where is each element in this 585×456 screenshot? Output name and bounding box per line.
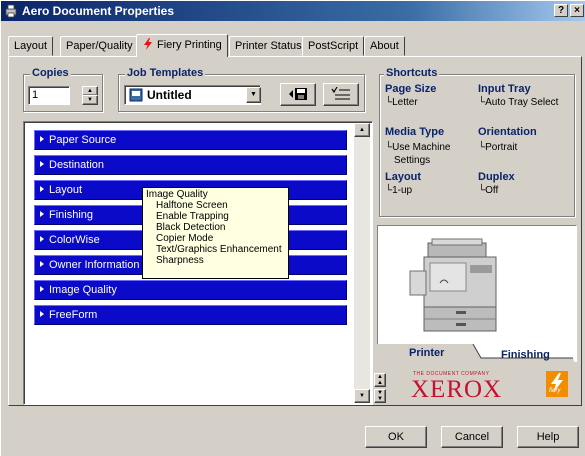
tab-about[interactable]: About [364,36,405,56]
ok-button[interactable]: OK [365,426,427,448]
tab-finishing-view[interactable]: Finishing [501,349,550,361]
title-bar[interactable]: Aero Document Properties ? × [1,1,585,21]
section-label: FreeForm [49,309,98,321]
input-tray-value[interactable]: └Auto Tray Select [478,97,558,108]
scroll-bottom-button[interactable]: ▼ ▼ [374,389,386,403]
manage-templates-button[interactable] [323,83,359,106]
section-image-quality[interactable]: Image Quality [34,280,347,300]
copies-label: Copies [30,67,71,79]
section-freeform[interactable]: FreeForm [34,305,347,325]
tooltip-item: Sharpness [156,255,204,266]
xerox-logo: XEROX [411,376,503,403]
media-type-title: Media Type [385,126,445,138]
tab-printer-view[interactable]: Printer [409,347,444,359]
section-label: ColorWise [49,234,100,246]
printer-view-panel [377,225,577,362]
tab-printer-status[interactable]: Printer Status [229,36,308,56]
scroll-up-button[interactable]: ▲ [354,123,370,137]
tab-postscript[interactable]: PostScript [302,36,365,56]
scroll-top-button[interactable]: ▲ ▲ [374,373,386,387]
section-destination[interactable]: Destination [34,155,347,175]
tab-fiery-printing[interactable]: Fiery Printing [136,34,228,57]
help-button[interactable]: Help [517,426,579,448]
sections-scrollbar[interactable]: ▲ ▼ [354,123,370,403]
tab-paper-quality[interactable]: Paper/Quality [60,36,139,56]
save-template-icon [289,88,307,100]
tooltip-item: Halftone Screen [156,200,228,211]
template-selected-value: Untitled [147,88,192,102]
fiery-bolt-icon [144,38,152,50]
orientation-value[interactable]: └Portrait [478,142,517,153]
page-size-value[interactable]: └Letter [385,97,418,108]
fiery-logo: fiery [546,371,568,397]
duplex-value[interactable]: └Off [478,185,498,196]
layout-value[interactable]: └1-up [385,185,412,196]
printer-icon [5,4,17,18]
expand-arrow-icon [40,286,44,292]
fiery-logo-text: fiery [549,388,561,394]
job-templates-label: Job Templates [125,67,206,79]
template-list-icon [331,86,350,100]
expand-arrow-icon [40,161,44,167]
expand-arrow-icon [40,311,44,317]
tooltip-item: Enable Trapping [156,211,229,222]
section-label: Owner Information [49,259,140,271]
media-type-value[interactable]: └Use Machine [385,142,450,153]
printer-machine-image [409,238,497,332]
save-template-button[interactable] [280,83,316,106]
section-label: Finishing [49,209,94,221]
template-dropdown-button[interactable]: ▼ [246,87,261,103]
copies-down-button[interactable]: ▼ [82,95,98,105]
section-label: Image Quality [49,284,117,296]
layout-title: Layout [385,171,422,183]
page-size-title: Page Size [385,83,437,95]
section-paper-source[interactable]: Paper Source [34,130,347,150]
tab-layout[interactable]: Layout [8,36,54,56]
tooltip-item: Text/Graphics Enhancement [156,244,282,255]
tooltip-title: Image Quality [146,189,208,200]
image-quality-tooltip: Image Quality Halftone Screen Enable Tra… [142,187,289,279]
template-doc-icon [129,88,143,102]
tooltip-item: Copier Mode [156,233,214,244]
cancel-button[interactable]: Cancel [441,426,503,448]
template-select[interactable]: Untitled ▼ [124,85,261,105]
expand-arrow-icon [40,211,44,217]
expand-arrow-icon [40,261,44,267]
close-button[interactable]: × [570,4,584,17]
printer-view-tabs: Printer Finishing [377,344,577,364]
orientation-title: Orientation [478,126,537,138]
help-title-button[interactable]: ? [554,4,568,17]
tooltip-item: Black Detection [156,222,226,233]
job-templates-group: Job Templates Untitled ▼ [118,67,365,112]
section-label: Paper Source [49,134,117,146]
dialog-window: Aero Document Properties ? × Layout Pape… [0,0,585,456]
input-tray-title: Input Tray [478,83,531,95]
expand-arrow-icon [40,236,44,242]
window-title: Aero Document Properties [22,4,175,18]
section-label: Layout [49,184,83,196]
scroll-down-button[interactable]: ▼ [354,389,370,403]
copies-group: Copies 1 ▲ ▼ [23,67,103,112]
copies-input[interactable]: 1 [28,86,70,105]
shortcuts-label: Shortcuts [384,67,440,79]
media-type-value-line2[interactable]: Settings [394,155,430,166]
expand-arrow-icon [40,136,44,142]
tab-fiery-printing-label: Fiery Printing [157,39,222,51]
section-label: Destination [49,159,105,171]
duplex-title: Duplex [478,171,515,183]
expand-arrow-icon [40,186,44,192]
